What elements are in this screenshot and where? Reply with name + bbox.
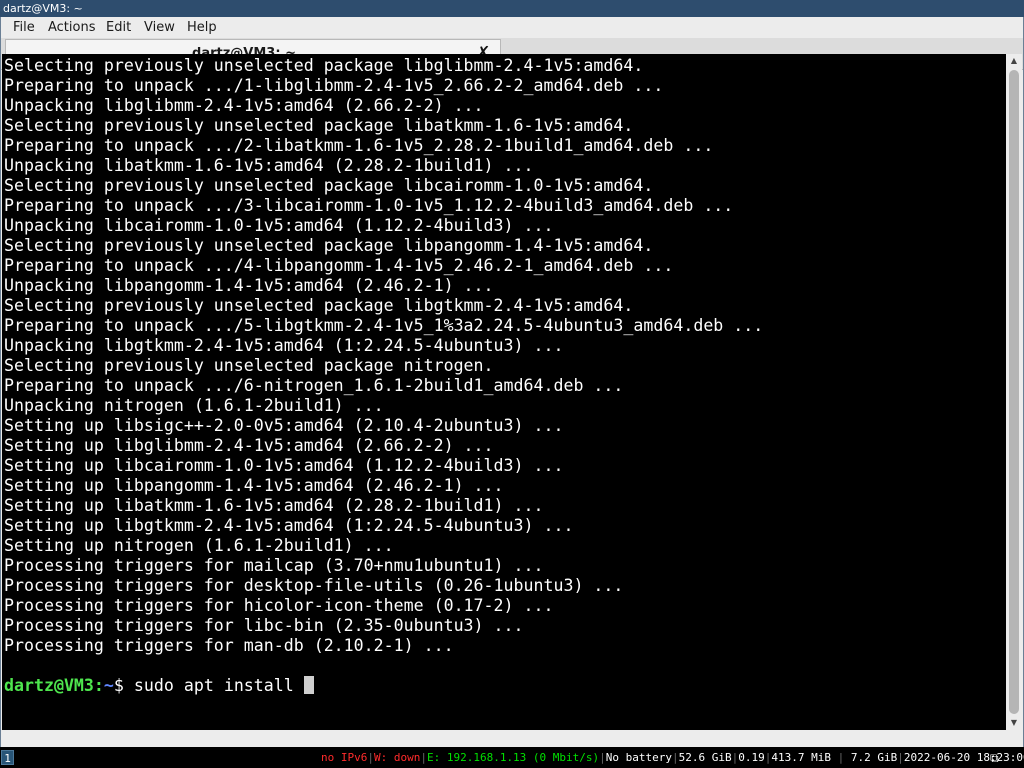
status-blocks: no IPv6|W: down|E: 192.168.1.13 (0 Mbit/… xyxy=(321,748,1024,768)
prompt-path: ~ xyxy=(103,676,114,695)
window-tray-icon[interactable]: ⧉ xyxy=(990,751,1004,765)
menu-file[interactable]: File xyxy=(13,17,35,38)
terminal-line: Setting up libsigc++-2.0-0v5:amd64 (2.10… xyxy=(4,416,564,435)
terminal-line: Selecting previously unselected package … xyxy=(4,176,654,195)
terminal-line: Unpacking libgtkmm-2.4-1v5:amd64 (1:2.24… xyxy=(4,336,564,355)
window-title: dartz@VM3: ~ xyxy=(0,0,1024,17)
terminal-line: Setting up nitrogen (1.6.1-2build1) ... xyxy=(4,536,394,555)
terminal-line: Selecting previously unselected package … xyxy=(4,236,654,255)
terminal-line: Setting up libglibmm-2.4-1v5:amd64 (2.66… xyxy=(4,436,494,455)
terminal-line: Selecting previously unselected package … xyxy=(4,296,634,315)
prompt-user-host: dartz@VM3 xyxy=(4,676,94,695)
terminal-line: Preparing to unpack .../6-nitrogen_1.6.1… xyxy=(4,376,624,395)
terminal-line: Unpacking nitrogen (1.6.1-2build1) ... xyxy=(4,396,384,415)
scrollbar-thumb[interactable] xyxy=(1009,70,1019,714)
vertical-scrollbar[interactable]: ▲ ▼ xyxy=(1006,54,1022,730)
disk-status: 52.6 GiB xyxy=(678,751,732,764)
datetime-status: 2022-06-20 18:23:00 xyxy=(903,751,1024,764)
terminal-line: Unpacking libglibmm-2.4-1v5:amd64 (2.66.… xyxy=(4,96,484,115)
scroll-up-arrow-icon[interactable]: ▲ xyxy=(1009,56,1019,66)
terminal-line: Processing triggers for mailcap (3.70+nm… xyxy=(4,556,544,575)
terminal-line: Setting up libgtkmm-2.4-1v5:amd64 (1:2.2… xyxy=(4,516,574,535)
battery-status: No battery xyxy=(605,751,673,764)
prompt-symbol: $ xyxy=(113,676,124,695)
load-status: 0.19 xyxy=(738,751,765,764)
memory-total-status: 7.2 GiB xyxy=(850,751,898,764)
status-bar: 1 no IPv6|W: down|E: 192.168.1.13 (0 Mbi… xyxy=(0,748,1024,768)
terminal-line: Selecting previously unselected package … xyxy=(4,116,634,135)
menu-bar: File Actions Edit View Help xyxy=(1,17,1023,38)
terminal-line: Setting up libcairomm-1.0-1v5:amd64 (1.1… xyxy=(4,456,564,475)
terminal-line: Processing triggers for desktop-file-uti… xyxy=(4,576,624,595)
memory-used-status: 413.7 MiB xyxy=(771,751,831,764)
terminal-line: Processing triggers for man-db (2.10.2-1… xyxy=(4,636,454,655)
terminal-line: Preparing to unpack .../2-libatkmm-1.6-1… xyxy=(4,136,714,155)
terminal-line: Selecting previously unselected package … xyxy=(4,356,494,375)
command-input[interactable]: sudo apt install xyxy=(124,676,304,695)
terminal-line: Preparing to unpack .../5-libgtkmm-2.4-1… xyxy=(4,316,764,335)
ipv6-status: no IPv6 xyxy=(321,751,368,764)
terminal-line: Setting up libatkmm-1.6-1v5:amd64 (2.28.… xyxy=(4,496,544,515)
terminal-line: Unpacking libpangomm-1.4-1v5:amd64 (2.46… xyxy=(4,276,494,295)
menu-help[interactable]: Help xyxy=(187,17,217,38)
terminal-prompt-line[interactable]: dartz@VM3:~$ sudo apt install xyxy=(4,676,314,696)
prompt-colon: : xyxy=(93,676,104,695)
menu-actions[interactable]: Actions xyxy=(48,17,96,38)
terminal-line: Selecting previously unselected package … xyxy=(4,56,644,75)
terminal-line: Setting up libpangomm-1.4-1v5:amd64 (2.4… xyxy=(4,476,504,495)
terminal-line: Preparing to unpack .../4-libpangomm-1.4… xyxy=(4,256,674,275)
workspace-button[interactable]: 1 xyxy=(1,750,14,765)
scroll-down-arrow-icon[interactable]: ▼ xyxy=(1009,718,1019,728)
terminal-output[interactable]: Selecting previously unselected package … xyxy=(2,54,1006,730)
terminal-line: Processing triggers for libc-bin (2.35-0… xyxy=(4,616,524,635)
terminal-line: Unpacking libatkmm-1.6-1v5:amd64 (2.28.2… xyxy=(4,156,534,175)
terminal-line: Processing triggers for hicolor-icon-the… xyxy=(4,596,554,615)
menu-view[interactable]: View xyxy=(144,17,175,38)
terminal-line: Unpacking libcairomm-1.0-1v5:amd64 (1.12… xyxy=(4,216,554,235)
wifi-status: W: down xyxy=(373,751,421,764)
text-cursor xyxy=(303,676,314,694)
menu-edit[interactable]: Edit xyxy=(106,17,131,38)
ethernet-status: E: 192.168.1.13 (0 Mbit/s) xyxy=(426,751,600,764)
terminal-line: Preparing to unpack .../1-libglibmm-2.4-… xyxy=(4,76,664,95)
terminal-line: Preparing to unpack .../3-libcairomm-1.0… xyxy=(4,196,734,215)
